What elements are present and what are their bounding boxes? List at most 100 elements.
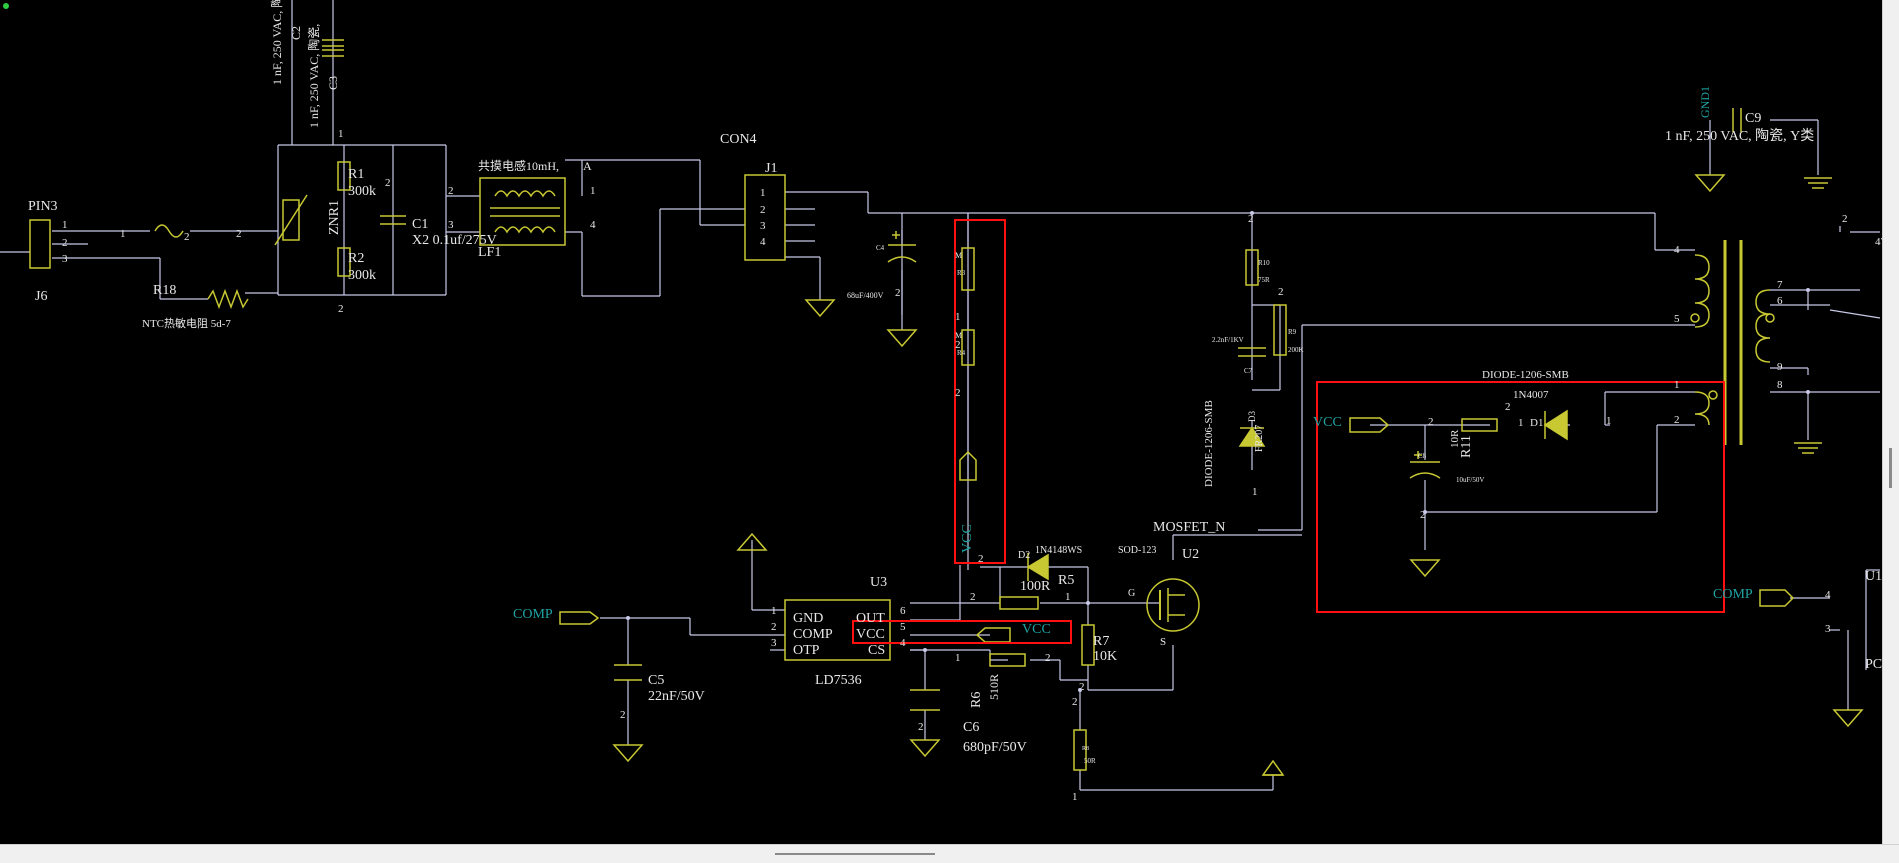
c6-label: C6: [963, 720, 979, 735]
gnd1-net-label: GND1: [1698, 86, 1712, 118]
d3-value: FR207: [1254, 425, 1265, 452]
u3-gnd-pin: GND: [793, 611, 823, 626]
r18-ntc[interactable]: [207, 288, 249, 310]
r5-value: 100R: [1020, 579, 1051, 594]
aux-winding: [1694, 391, 1710, 426]
svg-text:6: 6: [900, 605, 906, 617]
svg-text:1: 1: [1065, 591, 1071, 603]
svg-text:2: 2: [1842, 213, 1848, 225]
c3-label: C3: [326, 76, 340, 90]
c4-value: 68uF/400V: [847, 291, 884, 300]
vertical-scrollbar[interactable]: [1882, 0, 1899, 845]
vcc-net-label-u3: VCC: [1022, 622, 1051, 637]
svg-text:2: 2: [184, 231, 190, 243]
horizontal-scroll-thumb[interactable]: [775, 853, 935, 855]
u3-otp-pin: OTP: [793, 643, 820, 658]
ground-symbol: [804, 299, 836, 318]
schematic-canvas[interactable]: PIN3 J6 R18 NTC热敏电阻 5d-7 R1 300k R2 300k…: [0, 0, 1899, 863]
r9-label: R9: [1288, 328, 1297, 336]
r9-value: 200K: [1288, 346, 1304, 354]
comp-net-label-right: COMP: [1713, 587, 1753, 602]
fuse-symbol[interactable]: [154, 224, 184, 238]
vertical-scroll-thumb[interactable]: [1889, 448, 1892, 488]
r11-label: R11: [1459, 435, 1474, 458]
r7-label: R7: [1093, 634, 1109, 649]
r8-value: 50R: [1084, 757, 1096, 765]
r8-label: R8: [1082, 746, 1089, 752]
svg-text:1: 1: [771, 605, 777, 617]
svg-text:1: 1: [338, 128, 344, 140]
u3-part-label: LD7536: [815, 673, 862, 688]
svg-text:4: 4: [760, 236, 766, 248]
vcc-net-label-startup: VCC: [960, 524, 975, 553]
svg-text:1: 1: [1606, 415, 1612, 427]
secondary-winding: [1755, 289, 1771, 363]
rotated-labels: 1 nF, 250 VAC, 陶瓷, C2 1 nF, 250 VAC, 陶瓷,…: [269, 0, 1474, 708]
r2-label: R2: [348, 251, 364, 266]
svg-text:2: 2: [1428, 416, 1434, 428]
svg-text:4: 4: [590, 219, 596, 231]
svg-text:2: 2: [338, 303, 344, 315]
c1-label: C1: [412, 217, 428, 232]
svg-text:5: 5: [1674, 313, 1680, 325]
znr1-label: ZNR1: [327, 200, 342, 235]
r1-value: 300k: [348, 184, 376, 199]
r18-label: R18: [153, 283, 176, 298]
con4-label: CON4: [720, 132, 757, 147]
j6-connector[interactable]: [29, 219, 51, 269]
r6-label: R6: [969, 692, 984, 708]
primary-winding: [1694, 254, 1710, 328]
svg-text:2: 2: [385, 177, 391, 189]
r3-m-label: M: [955, 251, 962, 260]
c2-value: 1 nF, 250 VAC, 陶瓷,: [269, 0, 284, 85]
wires: [0, 0, 1881, 791]
c9-label: C9: [1745, 111, 1761, 126]
svg-text:2: 2: [1072, 696, 1078, 708]
svg-text:1: 1: [760, 187, 766, 199]
comp-net-tag-right: [1759, 589, 1795, 607]
u3-vcc-pin: VCC: [856, 627, 885, 642]
status-indicator-icon: [3, 3, 9, 9]
pin3-label: PIN3: [28, 199, 58, 214]
r2-value: 300k: [348, 268, 376, 283]
c7-label: C7: [1244, 367, 1253, 375]
svg-text:3: 3: [62, 253, 68, 265]
svg-text:2: 2: [771, 621, 777, 633]
labels: PIN3 J6 R18 NTC热敏电阻 5d-7 R1 300k R2 300k…: [28, 111, 1894, 765]
lf1-a-label: A: [583, 159, 592, 173]
c4-label: C4: [876, 244, 885, 252]
svg-text:1: 1: [120, 228, 126, 240]
svg-text:6: 6: [1777, 295, 1783, 307]
horizontal-scrollbar[interactable]: [0, 844, 1899, 863]
d1-part-label: 1N4007: [1513, 389, 1549, 401]
svg-text:4: 4: [1825, 589, 1831, 601]
r11-value: 10R: [1449, 429, 1461, 448]
u2-mosfet[interactable]: [1146, 578, 1200, 632]
ntc-label: NTC热敏电阻 5d-7: [142, 316, 231, 330]
comp-net-label: COMP: [513, 607, 553, 622]
r5-resistor[interactable]: [999, 596, 1039, 610]
svg-text:1: 1: [1674, 379, 1680, 391]
svg-text:9: 9: [1777, 361, 1783, 373]
svg-text:2: 2: [955, 387, 961, 399]
svg-text:S: S: [1160, 636, 1166, 648]
svg-text:1: 1: [955, 652, 961, 664]
svg-text:2: 2: [236, 228, 242, 240]
svg-text:2: 2: [620, 709, 626, 721]
u1-partial-label: U1: [1865, 569, 1882, 584]
svg-text:5: 5: [900, 621, 906, 633]
svg-text:2: 2: [955, 339, 961, 351]
svg-text:7: 7: [1777, 279, 1783, 291]
r7-value: 10K: [1093, 649, 1117, 664]
mosfet-label: MOSFET_N: [1153, 520, 1225, 535]
r3-label: R3: [957, 269, 966, 277]
u3-out-pin: OUT: [856, 611, 885, 626]
svg-text:4: 4: [1674, 244, 1680, 256]
svg-text:4: 4: [900, 637, 906, 649]
svg-text:3: 3: [448, 219, 454, 231]
comp-net-tag: [559, 611, 600, 625]
svg-text:2: 2: [1045, 652, 1051, 664]
r1-label: R1: [348, 167, 364, 182]
d3-package-label: DIODE-1206-SMB: [1203, 400, 1215, 487]
r6-value: 510R: [987, 674, 1001, 700]
